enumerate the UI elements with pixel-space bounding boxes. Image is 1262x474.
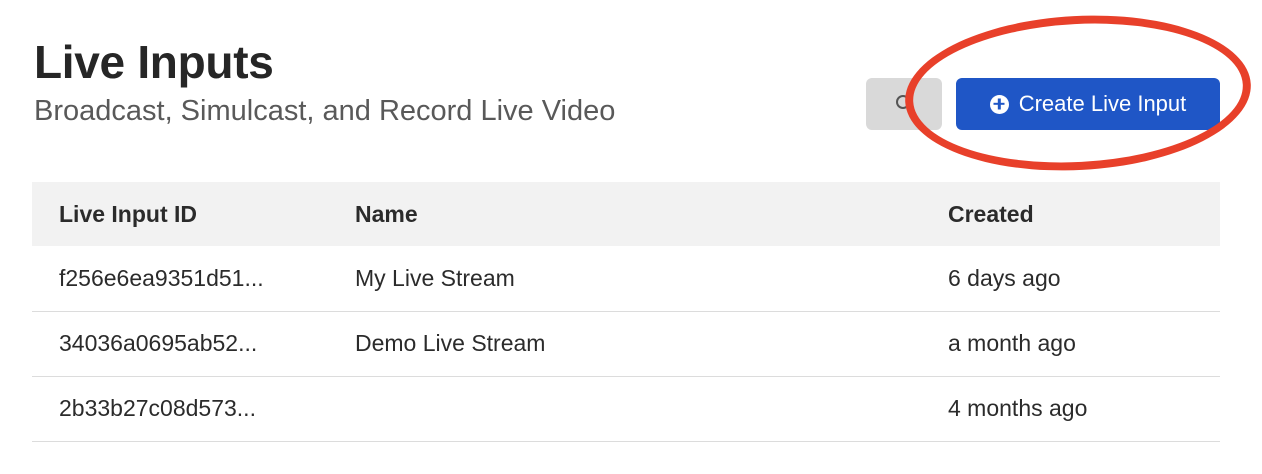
live-inputs-table: Live Input ID Name Created f256e6ea9351d… bbox=[32, 182, 1220, 442]
table-row[interactable]: f256e6ea9351d51... My Live Stream 6 days… bbox=[32, 246, 1220, 311]
create-live-input-label: Create Live Input bbox=[1018, 91, 1187, 116]
column-header-name[interactable]: Name bbox=[355, 182, 948, 246]
live-input-name-cell: Demo Live Stream bbox=[355, 330, 546, 356]
column-header-live-input-id[interactable]: Live Input ID bbox=[32, 182, 355, 246]
live-input-name-cell: My Live Stream bbox=[355, 264, 515, 291]
plus-circle-icon bbox=[989, 94, 1009, 114]
live-input-created-cell: a month ago bbox=[948, 330, 1076, 356]
live-input-id-cell[interactable]: f256e6ea9351d51... bbox=[32, 246, 355, 311]
live-input-name-cell bbox=[355, 376, 948, 441]
secondary-action-button[interactable] bbox=[866, 78, 942, 130]
table-row[interactable]: 2b33b27c08d573... 4 months ago bbox=[32, 376, 1220, 441]
column-header-created[interactable]: Created bbox=[948, 182, 1220, 246]
table-row[interactable]: 34036a0695ab52... Demo Live Stream a mon… bbox=[32, 311, 1220, 376]
live-input-id-cell[interactable]: 34036a0695ab52... bbox=[32, 311, 355, 376]
live-input-created-cell: 4 months ago bbox=[948, 395, 1088, 421]
live-input-created-cell: 6 days ago bbox=[948, 264, 1061, 291]
partially-hidden-icon bbox=[896, 95, 910, 109]
live-inputs-page: Live Inputs Broadcast, Simulcast, and Re… bbox=[0, 0, 1262, 474]
table-header-row: Live Input ID Name Created bbox=[32, 182, 1220, 246]
create-live-input-button[interactable]: Create Live Input bbox=[956, 78, 1220, 130]
page-title: Live Inputs bbox=[34, 36, 274, 88]
live-input-id-cell[interactable]: 2b33b27c08d573... bbox=[32, 376, 355, 441]
page-subtitle: Broadcast, Simulcast, and Record Live Vi… bbox=[34, 95, 616, 127]
